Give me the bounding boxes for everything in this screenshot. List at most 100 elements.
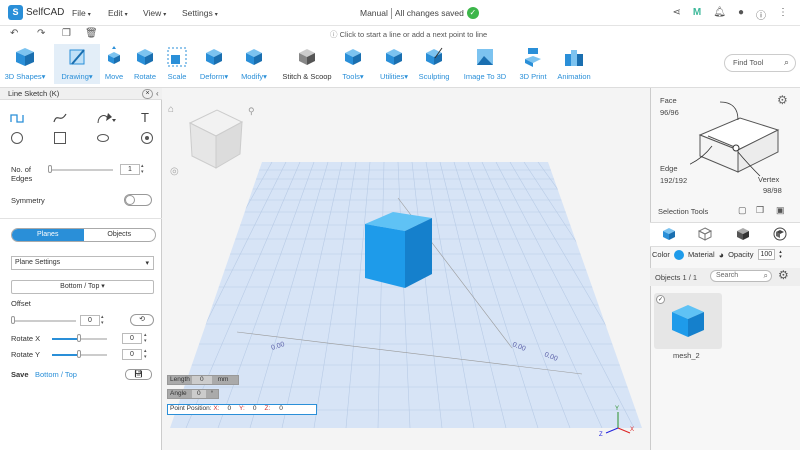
menu-file[interactable]: File ▾ [72,8,91,18]
offset-slider[interactable] [11,320,76,322]
wireframe-view-icon[interactable] [698,227,712,241]
stepper-icon[interactable]: ▴ ▾ [144,332,147,344]
rotate-y-input[interactable]: 0 [122,349,142,360]
rotate-x-handle[interactable] [77,334,81,342]
find-tool-input[interactable]: Find Tool ⌕ [724,54,796,72]
opacity-input[interactable]: 100 [757,249,776,260]
tool-3d-print[interactable]: 3D Print [510,46,556,81]
select-object-icon[interactable]: ▣ [776,205,785,216]
edges-slider[interactable] [48,169,113,171]
divider [0,218,162,219]
hint-bar: ⓘ Click to start a line or add a next po… [330,30,488,39]
trash-icon[interactable]: 🗑︎ [85,28,98,39]
undo-icon[interactable]: ↶ [10,28,18,39]
x-input[interactable]: 0 [221,405,237,412]
close-icon[interactable]: × [142,89,153,99]
curve-icon[interactable] [53,112,67,127]
rotate-x-slider[interactable] [79,338,107,340]
stepper-icon[interactable]: ▴ ▾ [144,348,147,360]
tab-planes[interactable]: Planes [12,229,84,241]
tool-modify[interactable]: Modify▾ [231,46,277,81]
symmetry-toggle[interactable] [124,194,152,206]
circle-icon[interactable] [11,132,23,144]
edges-input[interactable]: 1 [120,164,140,175]
length-input[interactable]: 0 [191,376,212,384]
offset-input[interactable]: 0 [80,315,100,326]
rotate-x-input[interactable]: 0 [122,333,142,344]
stepper-icon[interactable]: ▴ ▾ [779,249,782,260]
light-icon[interactable]: ⚲ [248,106,255,116]
dark-cube-icon[interactable] [736,227,750,241]
tool-animation[interactable]: Animation [551,46,597,81]
tool-3d-shapes[interactable]: 3D Shapes▾ [2,46,48,81]
pen-icon[interactable] [96,111,118,128]
ellipse-icon[interactable] [97,134,109,142]
menu-edit[interactable]: Edit ▾ [108,8,128,18]
more-icon[interactable]: ⋮ [778,7,788,22]
home-icon[interactable]: ⌂ [168,104,174,115]
objects-search-input[interactable]: Search ⌕ [710,270,772,282]
selection-tools-label: Selection Tools [658,207,709,216]
tool-tools[interactable]: Tools▾ [330,46,376,81]
divider [390,7,392,19]
share-icon[interactable]: ⋖ [673,7,681,22]
solid-view-icon[interactable] [662,227,676,241]
tool-sculpting[interactable]: Sculpting [411,46,457,81]
length-readout: Length 0 mm [167,375,239,385]
text-icon[interactable]: T [141,110,149,125]
object-card[interactable]: ✓ [654,293,722,349]
select-face-icon[interactable]: ▢ [738,205,747,216]
menu-settings[interactable]: Settings ▾ [182,8,218,18]
user-icon[interactable]: ● [738,7,744,22]
scene-canvas[interactable]: ⌂ ⚲ ◎ 0.00 0.00 0.00 Y X Z [162,88,650,450]
tool-image-to-3d[interactable]: Image To 3D [460,46,510,81]
gear-icon[interactable]: ⚙ [778,268,789,282]
polyline-icon[interactable] [10,112,24,127]
color-swatch[interactable] [673,249,684,260]
info-icon[interactable]: ⓘ [756,7,766,22]
angle-input[interactable]: 0 [191,390,206,398]
z-input[interactable]: 0 [272,405,290,412]
collapse-chevron-icon[interactable]: ‹ [156,89,159,98]
y-input[interactable]: 0 [247,405,263,412]
plane-settings-select[interactable]: Plane Settings ▾ [11,256,154,270]
tool-stitch-scoop[interactable]: Stitch & Scoop [282,46,332,81]
selection-mode-cube[interactable] [690,100,790,180]
brand-m-icon[interactable]: M [693,7,701,22]
redo-icon[interactable]: ↷ [37,28,45,39]
compass-icon[interactable]: ◎ [170,166,179,177]
reset-icon[interactable]: ⟲ [130,314,154,326]
cube-mesh[interactable] [365,212,432,288]
angle-readout: Angle 0 ° [167,389,219,399]
mode-label[interactable]: Manual [360,8,388,18]
copy-icon[interactable]: ❐ [62,28,71,39]
select-box-icon[interactable]: ❒ [756,205,764,216]
edge-count: 192/192 [660,176,688,185]
tab-objects[interactable]: Objects [84,229,156,241]
save-icon[interactable]: 💾︎ [125,369,152,380]
rotate-y-label: Rotate Y [11,350,41,359]
offset-slider-handle[interactable] [11,316,15,324]
animation-icon [565,50,583,66]
rotate-y-handle[interactable] [77,350,81,358]
save-target-link[interactable]: Bottom / Top [35,370,77,379]
material-icon[interactable]: ◕ [719,250,724,260]
square-icon[interactable] [54,132,66,144]
stepper-icon[interactable]: ▴ ▾ [141,163,144,175]
menu-view[interactable]: View ▾ [143,8,166,18]
app-logo[interactable]: S SelfCAD [8,5,64,20]
check-icon[interactable]: ✓ [656,295,665,304]
edges-slider-handle[interactable] [48,165,52,173]
plane-orientation-button[interactable]: Bottom / Top ▾ [11,280,154,294]
stitch-icon [299,49,315,65]
rotate-y-slider[interactable] [79,354,107,356]
top-icons: ⋖ M 🔔︎ ● ⓘ ⋮ [673,7,788,22]
3d-viewport[interactable]: ⌂ ⚲ ◎ 0.00 0.00 0.00 Y X Z [162,88,650,450]
target-icon[interactable] [141,132,153,144]
bell-icon[interactable]: 🔔︎ [713,7,726,22]
transparent-cube-icon[interactable] [773,227,787,241]
material-label: Material [687,250,715,259]
view-cube[interactable] [188,109,244,169]
stepper-icon[interactable]: ▴ ▾ [101,314,104,326]
symmetry-label: Symmetry [11,196,45,205]
